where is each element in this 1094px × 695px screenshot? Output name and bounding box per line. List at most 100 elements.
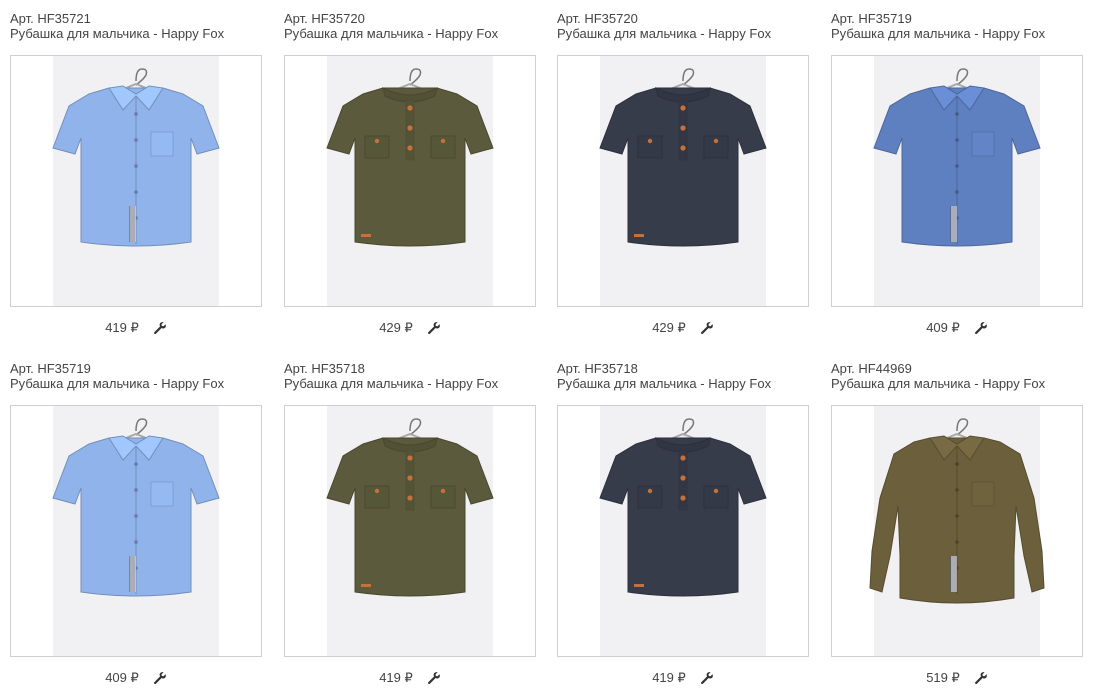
shirt-button	[955, 190, 959, 194]
olive-long-sleeve-shirt	[869, 418, 1045, 604]
shirt-button	[440, 488, 446, 494]
product-image[interactable]	[10, 55, 262, 307]
product-article: Арт. HF35719	[10, 361, 91, 376]
product-card: Арт. HF35718 Рубашка для мальчика - Happ…	[557, 358, 809, 685]
product-price: 419 ₽	[105, 320, 139, 335]
wrench-icon[interactable]	[700, 321, 714, 335]
shirt-button	[374, 138, 380, 144]
product-card: Арт. HF35719 Рубашка для мальчика - Happ…	[10, 358, 262, 685]
product-name[interactable]: Рубашка для мальчика - Happy Fox	[831, 26, 1083, 41]
shirt-button	[134, 540, 138, 544]
shirt-button	[134, 138, 138, 142]
product-image[interactable]	[831, 55, 1083, 307]
shirt-label	[634, 584, 644, 587]
shirt-button	[955, 164, 959, 168]
navy-short-sleeve-shirt	[599, 68, 767, 247]
blue-short-sleeve-shirt	[873, 68, 1041, 247]
product-name[interactable]: Рубашка для мальчика - Happy Fox	[10, 376, 262, 391]
wrench-icon[interactable]	[974, 671, 988, 685]
shirt-button	[647, 488, 653, 494]
product-article: Арт. HF35718	[557, 361, 638, 376]
shirt-button	[134, 112, 138, 116]
product-name[interactable]: Рубашка для мальчика - Happy Fox	[557, 376, 809, 391]
shirt-button	[955, 540, 959, 544]
light-blue-short-sleeve-shirt	[52, 418, 220, 597]
shirt-button	[680, 105, 686, 111]
hanger-hook	[135, 418, 148, 436]
shirt-button	[955, 462, 959, 466]
product-image[interactable]	[284, 55, 536, 307]
product-name[interactable]: Рубашка для мальчика - Happy Fox	[284, 376, 536, 391]
shirt-button	[407, 105, 413, 111]
shirt-button	[407, 495, 413, 501]
product-card: Арт. HF35721 Рубашка для мальчика - Happ…	[10, 8, 262, 335]
product-card: Арт. HF35720 Рубашка для мальчика - Happ…	[557, 8, 809, 335]
shirt-button	[647, 138, 653, 144]
product-article: Арт. HF35720	[557, 11, 638, 26]
shirt-button	[407, 125, 413, 131]
shirt-button	[134, 164, 138, 168]
shirt-button	[134, 488, 138, 492]
hanger-hook	[956, 68, 969, 86]
product-name[interactable]: Рубашка для мальчика - Happy Fox	[831, 376, 1083, 391]
shirt-label	[634, 234, 644, 237]
product-card: Арт. HF35720 Рубашка для мальчика - Happ…	[284, 8, 536, 335]
product-card: Арт. HF35719 Рубашка для мальчика - Happ…	[831, 8, 1083, 335]
shirt-button	[134, 190, 138, 194]
product-card: Арт. HF44969 Рубашка для мальчика - Happ…	[831, 358, 1083, 685]
wrench-icon[interactable]	[427, 671, 441, 685]
product-image[interactable]	[557, 55, 809, 307]
product-image[interactable]	[10, 405, 262, 657]
product-price: 519 ₽	[926, 670, 960, 685]
shirt-pocket	[971, 481, 995, 507]
product-article: Арт. HF35720	[284, 11, 365, 26]
shirt-button	[955, 138, 959, 142]
navy-short-sleeve-shirt	[599, 418, 767, 597]
wrench-icon[interactable]	[153, 321, 167, 335]
product-image[interactable]	[831, 405, 1083, 657]
shirt-button	[440, 138, 446, 144]
product-article: Арт. HF35718	[284, 361, 365, 376]
hanger-hook	[956, 418, 969, 436]
product-price: 429 ₽	[652, 320, 686, 335]
shirt-button	[407, 475, 413, 481]
shirt-button	[407, 455, 413, 461]
product-price: 429 ₽	[379, 320, 413, 335]
shirt-label	[361, 584, 371, 587]
product-name[interactable]: Рубашка для мальчика - Happy Fox	[284, 26, 536, 41]
wrench-icon[interactable]	[700, 671, 714, 685]
shirt-button	[680, 475, 686, 481]
product-card: Арт. HF35718 Рубашка для мальчика - Happ…	[284, 358, 536, 685]
product-article: Арт. HF35719	[831, 11, 912, 26]
wrench-icon[interactable]	[974, 321, 988, 335]
hanger-hook	[682, 418, 695, 436]
shirt-button	[713, 488, 719, 494]
shirt-button	[134, 462, 138, 466]
shirt-button	[955, 488, 959, 492]
product-image[interactable]	[284, 405, 536, 657]
olive-short-sleeve-shirt	[326, 68, 494, 247]
light-blue-short-sleeve-shirt	[52, 68, 220, 247]
olive-short-sleeve-shirt	[326, 418, 494, 597]
wrench-icon[interactable]	[153, 671, 167, 685]
product-article: Арт. HF35721	[10, 11, 91, 26]
shirt-pocket	[150, 481, 174, 507]
product-image[interactable]	[557, 405, 809, 657]
product-name[interactable]: Рубашка для мальчика - Happy Fox	[557, 26, 809, 41]
hanger-hook	[409, 418, 422, 436]
shirt-button	[955, 112, 959, 116]
shirt-button	[680, 495, 686, 501]
product-name[interactable]: Рубашка для мальчика - Happy Fox	[10, 26, 262, 41]
product-price: 409 ₽	[105, 670, 139, 685]
wrench-icon[interactable]	[427, 321, 441, 335]
shirt-pocket	[150, 131, 174, 157]
product-price: 409 ₽	[926, 320, 960, 335]
shirt-button	[955, 514, 959, 518]
shirt-button	[713, 138, 719, 144]
shirt-button	[407, 145, 413, 151]
shirt-button	[680, 125, 686, 131]
hanger-hook	[682, 68, 695, 86]
hanger-hook	[409, 68, 422, 86]
product-price: 419 ₽	[652, 670, 686, 685]
product-price: 419 ₽	[379, 670, 413, 685]
